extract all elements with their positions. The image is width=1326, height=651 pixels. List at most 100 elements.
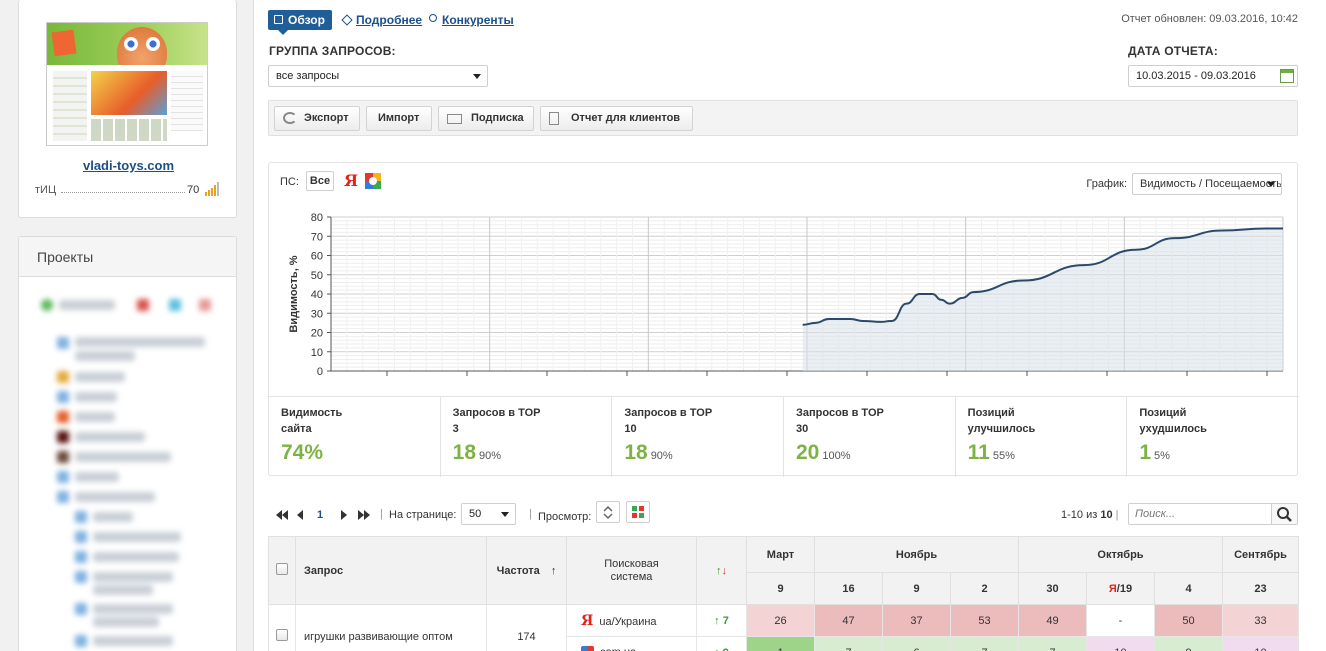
position-cell[interactable]: 1: [746, 636, 815, 651]
engine-cell: Яua/Украина: [566, 604, 697, 637]
freq-header[interactable]: Частота ↑: [486, 536, 567, 605]
site-thumbnail[interactable]: [46, 22, 208, 146]
google-icon[interactable]: [365, 173, 381, 189]
client-report-button[interactable]: Отчет для клиентов: [540, 106, 693, 131]
stat-label: Запросов в TOP 10: [624, 407, 712, 435]
signal-bars-icon: [205, 182, 221, 196]
row-checkbox[interactable]: [276, 629, 288, 641]
y-axis-label: Видимость, %: [288, 255, 300, 332]
toolbar: Экспорт Импорт Подписка Отчет для клиент…: [268, 100, 1298, 136]
position-cell[interactable]: 49: [1018, 604, 1087, 637]
visibility-chart-panel: ПС: Все Я График: Видимость / Посещаемос…: [268, 162, 1299, 477]
position-cell[interactable]: 7: [950, 636, 1019, 651]
table-row[interactable]: игрушки развивающие оптом 174 Яua/Украина ↑…: [268, 604, 1299, 651]
position-cell[interactable]: 50: [1154, 604, 1223, 637]
subscribe-button[interactable]: Подписка: [438, 106, 534, 131]
position-cell[interactable]: 37: [882, 604, 951, 637]
position-cell[interactable]: 47: [814, 604, 883, 637]
position-cell[interactable]: 33: [1222, 604, 1299, 637]
month-header: Сентябрь: [1222, 536, 1299, 573]
stat-percent: 5%: [1154, 450, 1170, 462]
position-cell[interactable]: 9: [1154, 636, 1223, 651]
position-cell[interactable]: 53: [950, 604, 1019, 637]
export-label: Экспорт: [304, 112, 349, 124]
per-page-select[interactable]: 50: [461, 503, 516, 525]
row-select-cell: [268, 604, 296, 651]
stat-label: Запросов в TOP 30: [796, 407, 884, 435]
projects-tree[interactable]: [19, 279, 238, 651]
day-header[interactable]: 4: [1154, 572, 1223, 605]
per-page-label: На странице:: [389, 509, 457, 521]
prev-page-icon[interactable]: [297, 510, 303, 520]
view-sort-button[interactable]: [596, 501, 620, 523]
report-date-input[interactable]: 10.03.2015 - 09.03.2016: [1128, 65, 1298, 87]
tab-competitors[interactable]: Конкуренты: [428, 10, 514, 30]
ps-header[interactable]: Поисковая система: [566, 536, 697, 605]
search-input[interactable]: [1129, 504, 1269, 524]
tic-value: 70: [187, 184, 200, 196]
graph-type-value: Видимость / Посещаемость: [1140, 178, 1282, 190]
envelope-icon: [447, 114, 462, 124]
graph-type-select[interactable]: Видимость / Посещаемость: [1132, 173, 1282, 195]
stat-percent: 90%: [650, 450, 673, 462]
position-cell[interactable]: 10: [1086, 636, 1155, 651]
day-header[interactable]: 16: [814, 572, 883, 605]
client-report-label: Отчет для клиентов: [571, 112, 681, 124]
query-header[interactable]: Запрос: [295, 536, 487, 605]
query-group-select[interactable]: все запросы: [268, 65, 488, 87]
day-header[interactable]: Я/19: [1086, 572, 1155, 605]
day-header[interactable]: 30: [1018, 572, 1087, 605]
position-cell[interactable]: -: [1086, 604, 1155, 637]
position-cell[interactable]: 6: [882, 636, 951, 651]
tab-overview[interactable]: Обзор: [268, 10, 332, 35]
day-header[interactable]: 2: [950, 572, 1019, 605]
details-icon: [341, 14, 353, 26]
stat-percent: 100%: [822, 450, 851, 462]
last-page-icon[interactable]: [358, 510, 370, 520]
position-cell[interactable]: 7: [814, 636, 883, 651]
position-cell[interactable]: 7: [1018, 636, 1087, 651]
search-icon: [1277, 507, 1292, 522]
export-button[interactable]: Экспорт: [274, 106, 360, 131]
next-page-icon[interactable]: [341, 510, 347, 520]
tab-overview-label: Обзор: [288, 13, 325, 27]
day-header[interactable]: 9: [746, 572, 815, 605]
stat-card: Видимость сайта 74%: [269, 397, 441, 477]
site-link[interactable]: vladi-toys.com: [19, 158, 238, 173]
stat-label: Позиций улучшилось: [967, 407, 1036, 435]
calendar-icon[interactable]: [1280, 69, 1294, 83]
current-page[interactable]: 1: [317, 509, 323, 521]
tab-details[interactable]: Подробнее: [341, 10, 422, 30]
search-box: [1128, 503, 1298, 525]
sort-arrows-icon: [603, 505, 613, 520]
select-all-checkbox[interactable]: [276, 563, 288, 575]
stat-card: Запросов в TOP 30 20 100%: [784, 397, 956, 477]
per-page-value: 50: [469, 508, 482, 520]
select-all-cell: [268, 536, 296, 605]
change-cell: ↑ 9: [696, 636, 747, 651]
day-header[interactable]: 9: [882, 572, 951, 605]
import-button[interactable]: Импорт: [366, 106, 432, 131]
view-color-button[interactable]: [626, 501, 650, 523]
y-tick-label: 0: [317, 366, 323, 378]
month-header: Ноябрь: [814, 536, 1019, 573]
yandex-icon: Я: [581, 612, 594, 629]
yandex-icon[interactable]: Я: [344, 171, 358, 190]
stat-label: Позиций ухудшилось: [1139, 407, 1207, 435]
month-header: Март: [746, 536, 815, 573]
search-button[interactable]: [1271, 504, 1297, 524]
stat-card: Запросов в TOP 10 18 90%: [612, 397, 784, 477]
position-cell[interactable]: 26: [746, 604, 815, 637]
day-header[interactable]: 23: [1222, 572, 1299, 605]
freq-header-label: Частота: [496, 564, 540, 577]
change-header[interactable]: ↑↓: [696, 536, 747, 605]
ps-all-button[interactable]: Все: [306, 171, 334, 191]
stat-label: Видимость сайта: [281, 407, 343, 435]
region-label: ua/Украина: [599, 615, 657, 628]
site-card: vladi-toys.com тИЦ 70: [18, 0, 237, 218]
position-cell[interactable]: 10: [1222, 636, 1299, 651]
stat-value: 20 100%: [796, 441, 851, 464]
first-page-icon[interactable]: [276, 510, 288, 520]
month-header: Октябрь: [1018, 536, 1223, 573]
y-tick-label: 40: [311, 289, 323, 301]
